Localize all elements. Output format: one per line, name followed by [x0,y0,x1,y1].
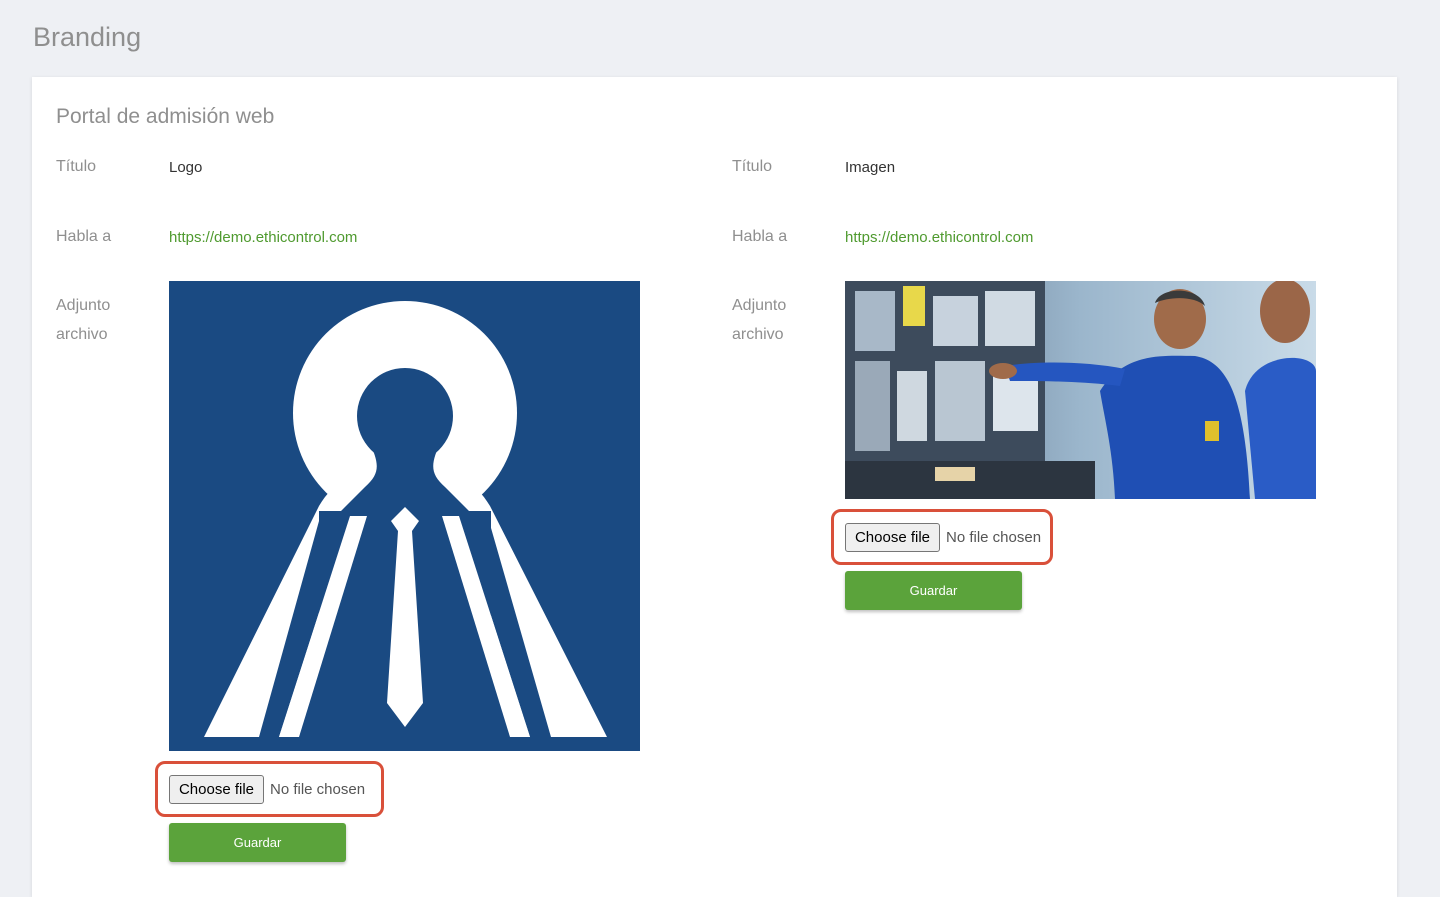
attachment-label-line2: archivo [56,326,108,343]
attachment-label-line1: Adjunto [56,297,111,314]
attachment-label-line2: archivo [732,326,784,343]
link-label: Habla a [56,228,112,245]
attachment-label: Adjunto archivo [732,291,822,349]
image-file-input: Choose file No file chosen [831,509,1053,565]
photo-preview-image [845,281,1316,499]
branding-card: Portal de admisión web Título Logo Habla… [32,77,1397,897]
title-value: Logo [169,159,203,176]
attachment-label: Adjunto archivo [56,291,146,349]
title-label: Título [56,158,97,175]
link-value[interactable]: https://demo.ethicontrol.com [169,229,357,246]
link-value[interactable]: https://demo.ethicontrol.com [845,229,1033,246]
person-keyhole-logo-icon [169,281,640,751]
save-image-button[interactable]: Guardar [845,571,1022,610]
title-value: Imagen [845,159,896,176]
logo-preview-image [169,281,640,751]
file-status-text: No file chosen [946,529,1042,546]
control-room-photo-icon [845,281,1316,499]
file-status-text: No file chosen [270,781,366,798]
logo-file-input: Choose file No file chosen [155,761,384,817]
link-label: Habla a [732,228,788,245]
logo-column: Título Logo Habla a https://demo.ethicon… [56,77,696,897]
choose-file-button[interactable]: Choose file [845,523,940,552]
image-column: Título Imagen Habla a https://demo.ethic… [732,77,1372,897]
attachment-label-line1: Adjunto [732,297,787,314]
save-logo-button[interactable]: Guardar [169,823,346,862]
title-label: Título [732,158,773,175]
page-title: Branding [33,22,142,52]
choose-file-button[interactable]: Choose file [169,775,264,804]
